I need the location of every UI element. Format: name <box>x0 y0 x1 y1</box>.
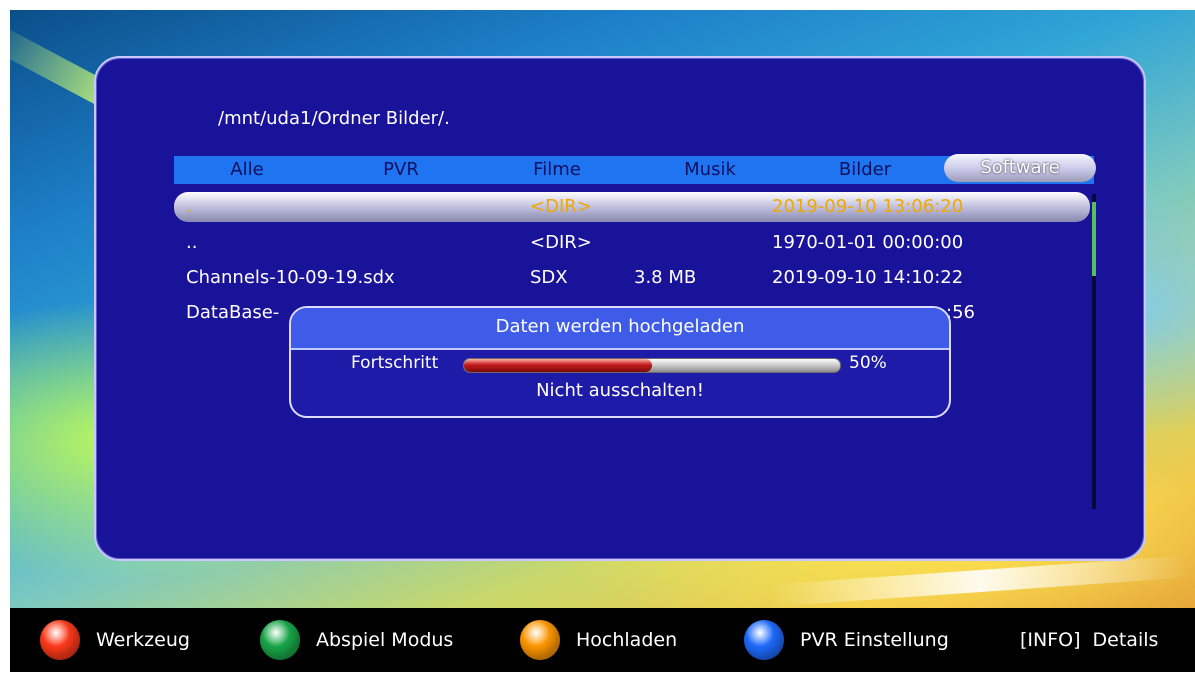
file-row[interactable]: Channels-10-09-19.sdx SDX 3.8 MB 2019-09… <box>174 263 1090 293</box>
legend-label: Werkzeug <box>96 629 190 651</box>
background: /mnt/uda1/Ordner Bilder/. Alle PVR Filme… <box>10 10 1195 610</box>
legend-yellow[interactable]: Hochladen <box>520 618 677 662</box>
legend-label: Hochladen <box>576 629 678 651</box>
file-row[interactable]: . <DIR> 2019-09-10 13:06:20 <box>174 192 1090 222</box>
tab-bilder[interactable]: Bilder <box>834 159 896 180</box>
progress-label: Fortschritt <box>351 353 439 373</box>
file-list-scrollbar[interactable] <box>1092 194 1096 509</box>
file-row[interactable]: .. <DIR> 1970-01-01 00:00:00 <box>174 228 1090 258</box>
progress-percent: 50% <box>849 353 887 373</box>
tab-musik[interactable]: Musik <box>676 159 744 180</box>
file-name: DataBase- <box>186 302 280 323</box>
info-key: [INFO] <box>1020 629 1081 651</box>
dialog-message: Nicht ausschalten! <box>536 380 704 401</box>
file-name: .. <box>186 232 198 253</box>
file-type: SDX <box>530 267 568 288</box>
legend-green[interactable]: Abspiel Modus <box>260 618 453 662</box>
file-name: . <box>186 196 192 217</box>
file-date: 1970-01-01 00:00:00 <box>772 232 964 253</box>
media-browser-panel: /mnt/uda1/Ordner Bilder/. Alle PVR Filme… <box>94 56 1146 561</box>
legend-label: PVR Einstellung <box>800 629 949 651</box>
current-path: /mnt/uda1/Ordner Bilder/. <box>218 108 450 129</box>
tab-pvr[interactable]: PVR <box>378 159 424 180</box>
legend-label: Details <box>1092 629 1159 651</box>
file-date: 2019-09-10 13:06:20 <box>772 196 964 217</box>
legend-label: Abspiel Modus <box>316 629 454 651</box>
file-type: <DIR> <box>530 232 592 253</box>
green-button-icon <box>260 620 300 660</box>
color-key-legend: Werkzeug Abspiel Modus Hochladen PVR Ein… <box>10 608 1195 672</box>
upload-progress-dialog: Daten werden hochgeladen Fortschritt 50%… <box>289 306 951 418</box>
legend-red[interactable]: Werkzeug <box>40 618 190 662</box>
red-button-icon <box>40 620 80 660</box>
file-type: <DIR> <box>530 196 592 217</box>
scrollbar-thumb[interactable] <box>1092 202 1096 276</box>
dialog-title: Daten werden hochgeladen <box>291 308 949 350</box>
tab-filme[interactable]: Filme <box>526 159 588 180</box>
progress-bar-fill <box>464 359 652 372</box>
tab-software[interactable]: Software <box>944 154 1096 182</box>
category-tabs: Alle PVR Filme Musik Bilder Software <box>174 154 1096 184</box>
legend-info[interactable]: [INFO] Details <box>1020 618 1158 662</box>
yellow-button-icon <box>520 620 560 660</box>
progress-bar <box>463 358 841 373</box>
legend-blue[interactable]: PVR Einstellung <box>744 618 949 662</box>
blue-button-icon <box>744 620 784 660</box>
file-date: 2019-09-10 14:10:22 <box>772 267 964 288</box>
file-name: Channels-10-09-19.sdx <box>186 267 395 288</box>
file-size: 3.8 MB <box>634 267 697 288</box>
background-streak <box>769 555 1191 607</box>
tab-alle[interactable]: Alle <box>222 159 272 180</box>
